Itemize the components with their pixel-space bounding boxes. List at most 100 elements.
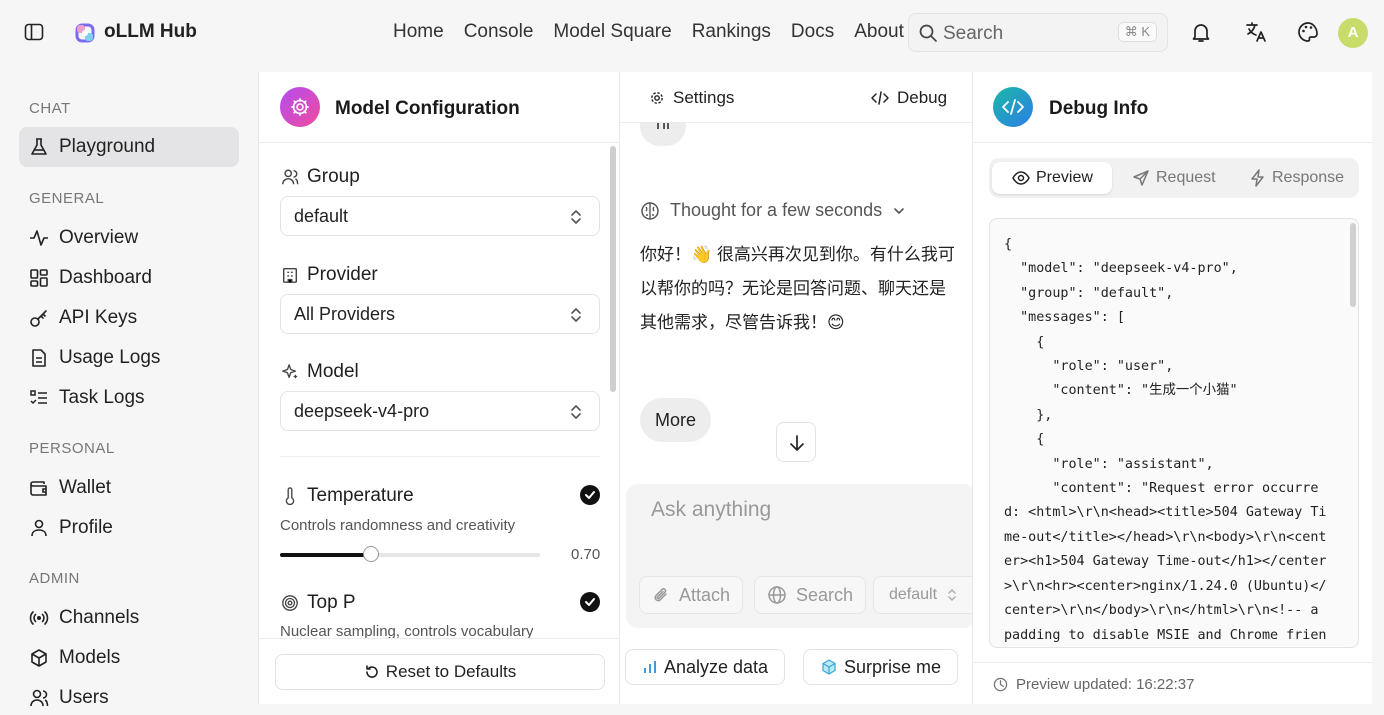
users-icon <box>29 688 49 708</box>
nav-rankings[interactable]: Rankings <box>682 21 781 43</box>
brain-icon <box>640 201 660 221</box>
model-select[interactable]: deepseek-v4-pro <box>280 391 600 431</box>
sidebar-item-label: Wallet <box>59 477 112 498</box>
code-content: { "model": "deepseek-v4-pro", "group": "… <box>1004 237 1327 643</box>
sidebar-item-dashboard[interactable]: Dashboard <box>19 258 239 298</box>
tab-response[interactable]: Response <box>1238 162 1356 194</box>
panel-title: Debug Info <box>1049 98 1149 119</box>
search-placeholder: Search <box>943 23 1004 44</box>
sidebar-item-task-logs[interactable]: Task Logs <box>19 378 239 418</box>
tab-preview[interactable]: Preview <box>992 162 1112 194</box>
brand-name[interactable]: oLLM Hub <box>104 21 197 43</box>
palette-icon[interactable] <box>1296 20 1320 44</box>
sidebar-item-users[interactable]: Users <box>19 678 239 715</box>
sidebar-item-overview[interactable]: Overview <box>19 218 239 258</box>
temperature-description: Controls randomness and creativity <box>280 517 516 534</box>
thought-toggle[interactable]: Thought for a few seconds <box>640 200 906 221</box>
slider-fill <box>280 553 371 557</box>
building-icon <box>281 266 299 284</box>
settings-gear-icon <box>280 87 320 127</box>
debug-tabs: Preview Request Response <box>989 158 1359 198</box>
document-icon <box>29 348 49 368</box>
avatar[interactable]: A <box>1338 18 1368 48</box>
top-p-description: Nuclear sampling, controls vocabulary <box>280 623 534 639</box>
panel-title: Model Configuration <box>335 98 520 119</box>
divider <box>973 662 1373 663</box>
suggestion-surprise-me[interactable]: Surprise me <box>803 649 959 685</box>
nav-about[interactable]: About <box>844 21 914 43</box>
nav-home[interactable]: Home <box>383 21 454 43</box>
code-scrollbar[interactable] <box>1350 223 1356 307</box>
lightning-icon <box>1250 169 1266 187</box>
chat-input[interactable]: Ask anything <box>651 498 771 522</box>
message-list: hi Thought for a few seconds 你好！👋 很高兴再次见… <box>620 123 972 483</box>
composer: Ask anything Attach Search default <box>626 484 976 628</box>
debug-tab[interactable]: Debug <box>871 88 947 108</box>
sidebar-item-profile[interactable]: Profile <box>19 508 239 548</box>
logo-icon <box>74 22 96 44</box>
reset-defaults-button[interactable]: Reset to Defaults <box>275 654 605 690</box>
nav-console[interactable]: Console <box>454 21 544 43</box>
scroll-down-button[interactable] <box>776 422 816 462</box>
nav-docs[interactable]: Docs <box>781 21 844 43</box>
list-check-icon <box>29 388 49 408</box>
temperature-slider[interactable] <box>280 546 540 562</box>
provider-select[interactable]: All Providers <box>280 294 600 334</box>
cube-icon <box>29 648 49 668</box>
search-shortcut: ⌘ K <box>1117 22 1157 42</box>
sidebar-item-usage-logs[interactable]: Usage Logs <box>19 338 239 378</box>
attach-button[interactable]: Attach <box>639 576 744 614</box>
search-input[interactable]: Search ⌘ K <box>908 13 1168 52</box>
nav-model-square[interactable]: Model Square <box>543 21 681 43</box>
web-search-button[interactable]: Search <box>754 576 867 614</box>
main-nav: Home Console Model Square Rankings Docs … <box>383 21 914 43</box>
temperature-enabled-checkbox[interactable] <box>580 485 600 505</box>
divider <box>280 456 600 457</box>
sidebar-item-channels[interactable]: Channels <box>19 598 239 638</box>
group-dropdown[interactable]: default <box>873 576 976 614</box>
model-label: Model <box>281 361 359 383</box>
sidebar-item-label: Dashboard <box>59 267 152 288</box>
sidebar-item-label: Overview <box>59 227 139 248</box>
provider-label: Provider <box>281 264 378 286</box>
sidebar-item-wallet[interactable]: Wallet <box>19 468 239 508</box>
sidebar-item-models[interactable]: Models <box>19 638 239 678</box>
settings-tab[interactable]: Settings <box>649 88 734 108</box>
sidebar-item-label: API Keys <box>59 307 138 328</box>
sidebar-item-api-keys[interactable]: API Keys <box>19 298 239 338</box>
top-p-label: Top P <box>281 592 356 614</box>
clock-icon <box>993 677 1008 692</box>
sidebar-item-playground[interactable]: Playground <box>19 127 239 167</box>
debug-panel: Debug Info Preview Request Response { "m… <box>972 72 1373 704</box>
thermometer-icon <box>281 487 299 505</box>
group-select[interactable]: default <box>280 196 600 236</box>
section-personal: PERSONAL <box>29 440 115 457</box>
config-scrollbar[interactable] <box>610 146 616 392</box>
bar-chart-icon <box>642 659 658 675</box>
cube-icon <box>820 658 838 676</box>
assistant-message: 你好！👋 很高兴再次见到你。有什么我可以帮你的吗？无论是回答问题、聊天还是其他需… <box>640 245 955 332</box>
flask-icon <box>29 137 49 157</box>
chevron-up-down-icon <box>947 587 957 603</box>
sidebar-toggle-icon[interactable] <box>24 22 44 42</box>
suggestion-analyze-data[interactable]: Analyze data <box>625 649 786 685</box>
activity-icon <box>29 228 49 248</box>
user-icon <box>29 518 49 538</box>
top-p-enabled-checkbox[interactable] <box>580 592 600 612</box>
gear-icon <box>649 90 665 106</box>
chevron-up-down-icon <box>569 306 583 324</box>
sidebar-item-label: Task Logs <box>59 387 145 408</box>
bell-icon[interactable] <box>1189 20 1213 44</box>
dashboard-icon <box>29 268 49 288</box>
sparkles-icon <box>281 363 299 381</box>
code-preview[interactable]: { "model": "deepseek-v4-pro", "group": "… <box>989 218 1359 648</box>
tab-request[interactable]: Request <box>1120 162 1228 194</box>
chevron-up-down-icon <box>569 208 583 226</box>
chat-panel: Settings Debug hi Thought for a few seco… <box>620 72 976 704</box>
wallet-icon <box>29 478 49 498</box>
more-button[interactable]: More <box>640 398 711 442</box>
key-icon <box>29 308 49 328</box>
slider-thumb[interactable] <box>363 546 379 562</box>
translate-icon[interactable] <box>1244 20 1268 44</box>
temperature-label: Temperature <box>281 485 414 507</box>
